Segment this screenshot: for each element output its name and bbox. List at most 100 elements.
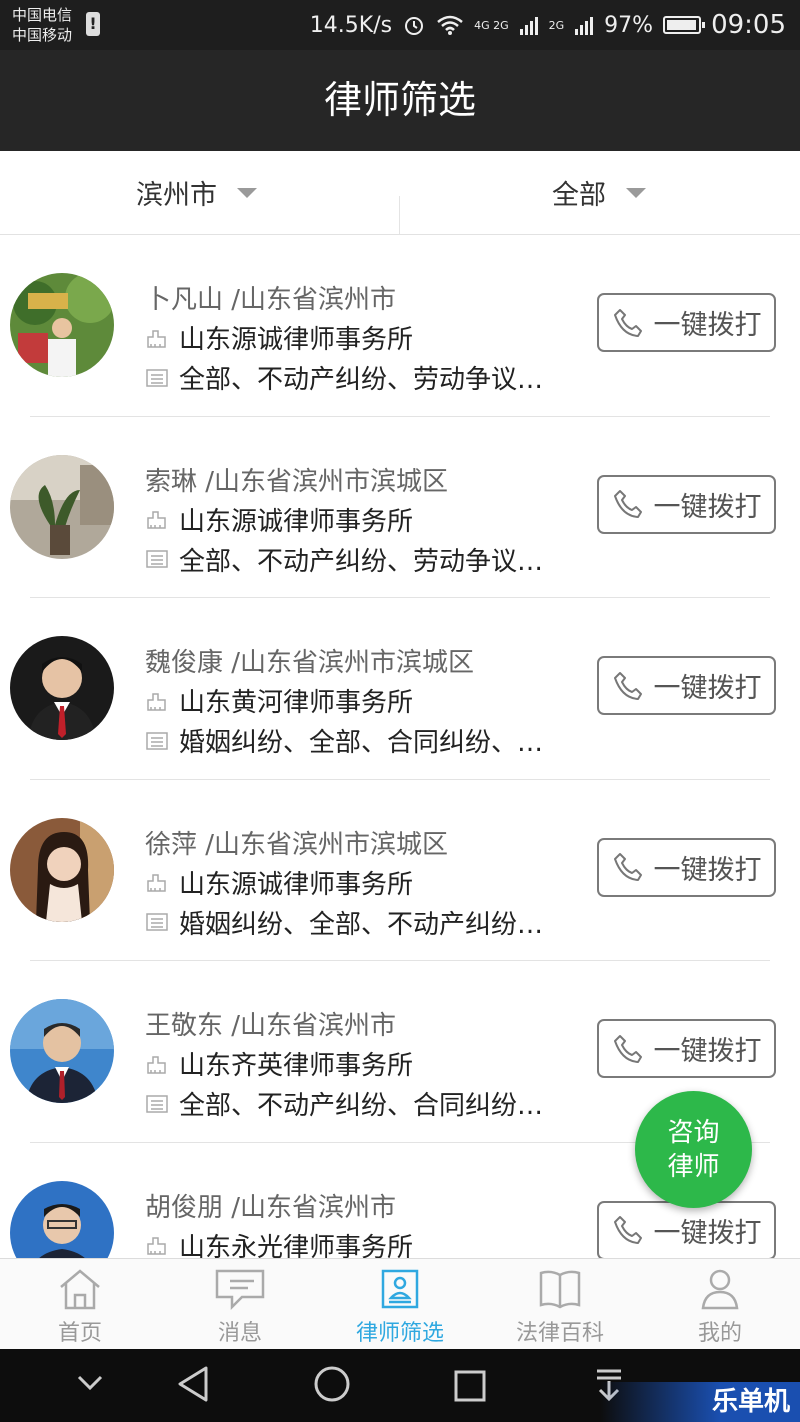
list-icon [146, 368, 168, 387]
lawyer-areas-label: 婚姻纠纷、全部、合同纠纷、… [179, 728, 544, 758]
clock: 09:05 [711, 10, 786, 40]
lawyer-list-item[interactable]: 魏俊康 /山东省滨州市滨城区 山东黄河律师事务所 婚姻纠纷、全部、合同纠纷、… … [0, 598, 800, 780]
battery-icon [663, 16, 706, 34]
back-icon[interactable] [176, 1365, 210, 1403]
avatar [10, 273, 114, 377]
city-filter[interactable]: 滨州市 [136, 151, 257, 234]
lawyer-name-location: 胡俊朋 /山东省滨州市 [145, 1192, 397, 1223]
home-icon [60, 1269, 100, 1310]
tab-lawyer-filter[interactable]: 律师筛选 [320, 1259, 480, 1350]
lawyer-firm-label: 山东永光律师事务所 [179, 1232, 414, 1259]
recent-apps-icon[interactable] [453, 1369, 487, 1403]
one-click-call-button[interactable]: 一键拨打 [597, 837, 776, 897]
call-button-label: 一键拨打 [653, 491, 762, 523]
lawyer-name-location: 王敬东 /山东省滨州市 [145, 1011, 397, 1041]
lawyer-firm-label: 山东源诚律师事务所 [179, 869, 414, 900]
avatar [10, 817, 114, 922]
lawyer-practice-areas: 婚姻纠纷、全部、合同纠纷、… [145, 722, 543, 759]
tab-home-label: 首页 [57, 1321, 102, 1346]
fab-label-line1: 咨询 [667, 1117, 720, 1148]
lawyer-practice-areas: 婚姻纠纷、全部、不动产纠纷… [145, 904, 543, 941]
lawyer-name-location: 徐萍 /山东省滨州市滨城区 [145, 829, 449, 860]
signal-bars-2-icon [575, 17, 594, 35]
one-click-call-button[interactable]: 一键拨打 [597, 474, 776, 534]
avatar [10, 999, 114, 1103]
lawyer-name-location: 魏俊康 /山东省滨州市滨城区 [145, 648, 475, 678]
list-icon [146, 913, 168, 931]
network-speed: 14.5K/s [309, 12, 393, 38]
phone-icon [613, 671, 642, 700]
call-button-label: 一键拨打 [653, 1217, 762, 1249]
list-icon [146, 550, 168, 568]
home-nav-icon[interactable] [313, 1365, 351, 1403]
building-icon [147, 692, 166, 711]
lawyer-firm: 山东源诚律师事务所 [145, 501, 413, 538]
tab-profile[interactable]: 我的 [640, 1259, 800, 1350]
page-title: 律师筛选 [0, 50, 800, 151]
lawyer-firm-label: 山东齐英律师事务所 [179, 1051, 414, 1081]
lawyer-firm: 山东源诚律师事务所 [145, 319, 413, 356]
consult-lawyer-button[interactable]: 咨询 律师 [635, 1091, 752, 1208]
building-icon [147, 1237, 166, 1255]
avatar [10, 636, 114, 740]
lawyer-practice-areas: 全部、不动产纠纷、合同纠纷… [145, 1085, 543, 1122]
phone-icon [613, 1034, 642, 1063]
phone-icon [613, 490, 642, 518]
carrier-2: 中国移动 [12, 26, 73, 44]
wifi-icon [437, 15, 463, 35]
dropdown-arrow-icon [626, 187, 646, 198]
one-click-call-button[interactable]: 一键拨打 [597, 293, 776, 352]
lawyer-list-item[interactable]: 索琳 /山东省滨州市滨城区 山东源诚律师事务所 全部、不动产纠纷、劳动争议… 一… [0, 417, 800, 598]
chevron-down-icon[interactable] [76, 1373, 104, 1393]
status-bar: 中国电信 中国移动 ! 14.5K/s 4G 2G 2G 97% 09:05 [0, 0, 800, 50]
tab-home[interactable]: 首页 [0, 1259, 160, 1350]
lawyer-firm-label: 山东源诚律师事务所 [179, 506, 414, 537]
call-button-label: 一键拨打 [653, 854, 762, 886]
lawyer-list-item[interactable]: 徐萍 /山东省滨州市滨城区 山东源诚律师事务所 婚姻纠纷、全部、不动产纠纷… 一… [0, 780, 800, 961]
list-icon [146, 1094, 168, 1113]
city-filter-label: 滨州市 [136, 180, 217, 211]
lawyer-firm-label: 山东源诚律师事务所 [179, 325, 414, 355]
building-icon [147, 1055, 166, 1074]
building-icon [147, 874, 166, 892]
tab-messages-label: 消息 [217, 1321, 262, 1346]
tab-legal-encyclopedia-label: 法律百科 [515, 1321, 604, 1346]
dropdown-arrow-icon [237, 187, 257, 198]
avatar [10, 1180, 114, 1258]
alert-icon: ! [86, 12, 100, 36]
lawyer-firm: 山东齐英律师事务所 [145, 1045, 413, 1082]
lawyer-areas-label: 婚姻纠纷、全部、不动产纠纷… [179, 909, 544, 940]
tab-profile-label: 我的 [697, 1321, 742, 1346]
lawyer-practice-areas: 全部、不动产纠纷、劳动争议… [145, 541, 543, 578]
lawyer-list-item[interactable]: 卜凡山 /山东省滨州市 山东源诚律师事务所 全部、不动产纠纷、劳动争议… 一键拨… [0, 235, 800, 417]
one-click-call-button[interactable]: 一键拨打 [597, 656, 776, 715]
profile-icon [701, 1269, 739, 1310]
tab-legal-encyclopedia[interactable]: 法律百科 [480, 1259, 640, 1350]
category-filter[interactable]: 全部 [552, 151, 646, 234]
message-icon [215, 1269, 265, 1311]
alarm-icon [405, 17, 424, 35]
tab-messages[interactable]: 消息 [160, 1259, 320, 1350]
avatar [10, 454, 114, 559]
lawyer-firm: 山东黄河律师事务所 [145, 682, 413, 719]
lawyer-name-location: 卜凡山 /山东省滨州市 [145, 285, 397, 315]
lawyer-firm: 山东源诚律师事务所 [145, 864, 413, 901]
carrier-info: 中国电信 中国移动 [12, 5, 72, 45]
lawyer-name-location: 索琳 /山东省滨州市滨城区 [145, 466, 449, 497]
lawyer-areas-label: 全部、不动产纠纷、劳动争议… [179, 365, 544, 395]
lawyer-areas-label: 全部、不动产纠纷、劳动争议… [179, 546, 544, 577]
call-button-label: 一键拨打 [653, 310, 762, 341]
one-click-call-button[interactable]: 一键拨打 [597, 1019, 776, 1078]
call-button-label: 一键拨打 [653, 673, 762, 704]
book-icon [539, 1270, 581, 1309]
signal-2g-label: 2G [548, 18, 565, 32]
building-icon [147, 329, 166, 348]
tab-lawyer-filter-label: 律师筛选 [355, 1321, 444, 1346]
lawyer-firm: 山东永光律师事务所 [145, 1227, 414, 1259]
category-filter-label: 全部 [552, 180, 606, 211]
fab-label-line2: 律师 [667, 1151, 720, 1182]
battery-percent: 97% [604, 12, 654, 38]
one-click-call-button[interactable]: 一键拨打 [597, 1200, 776, 1258]
watermark-logo: 乐单机 [600, 1382, 800, 1422]
lawyer-filter-icon [381, 1269, 419, 1309]
